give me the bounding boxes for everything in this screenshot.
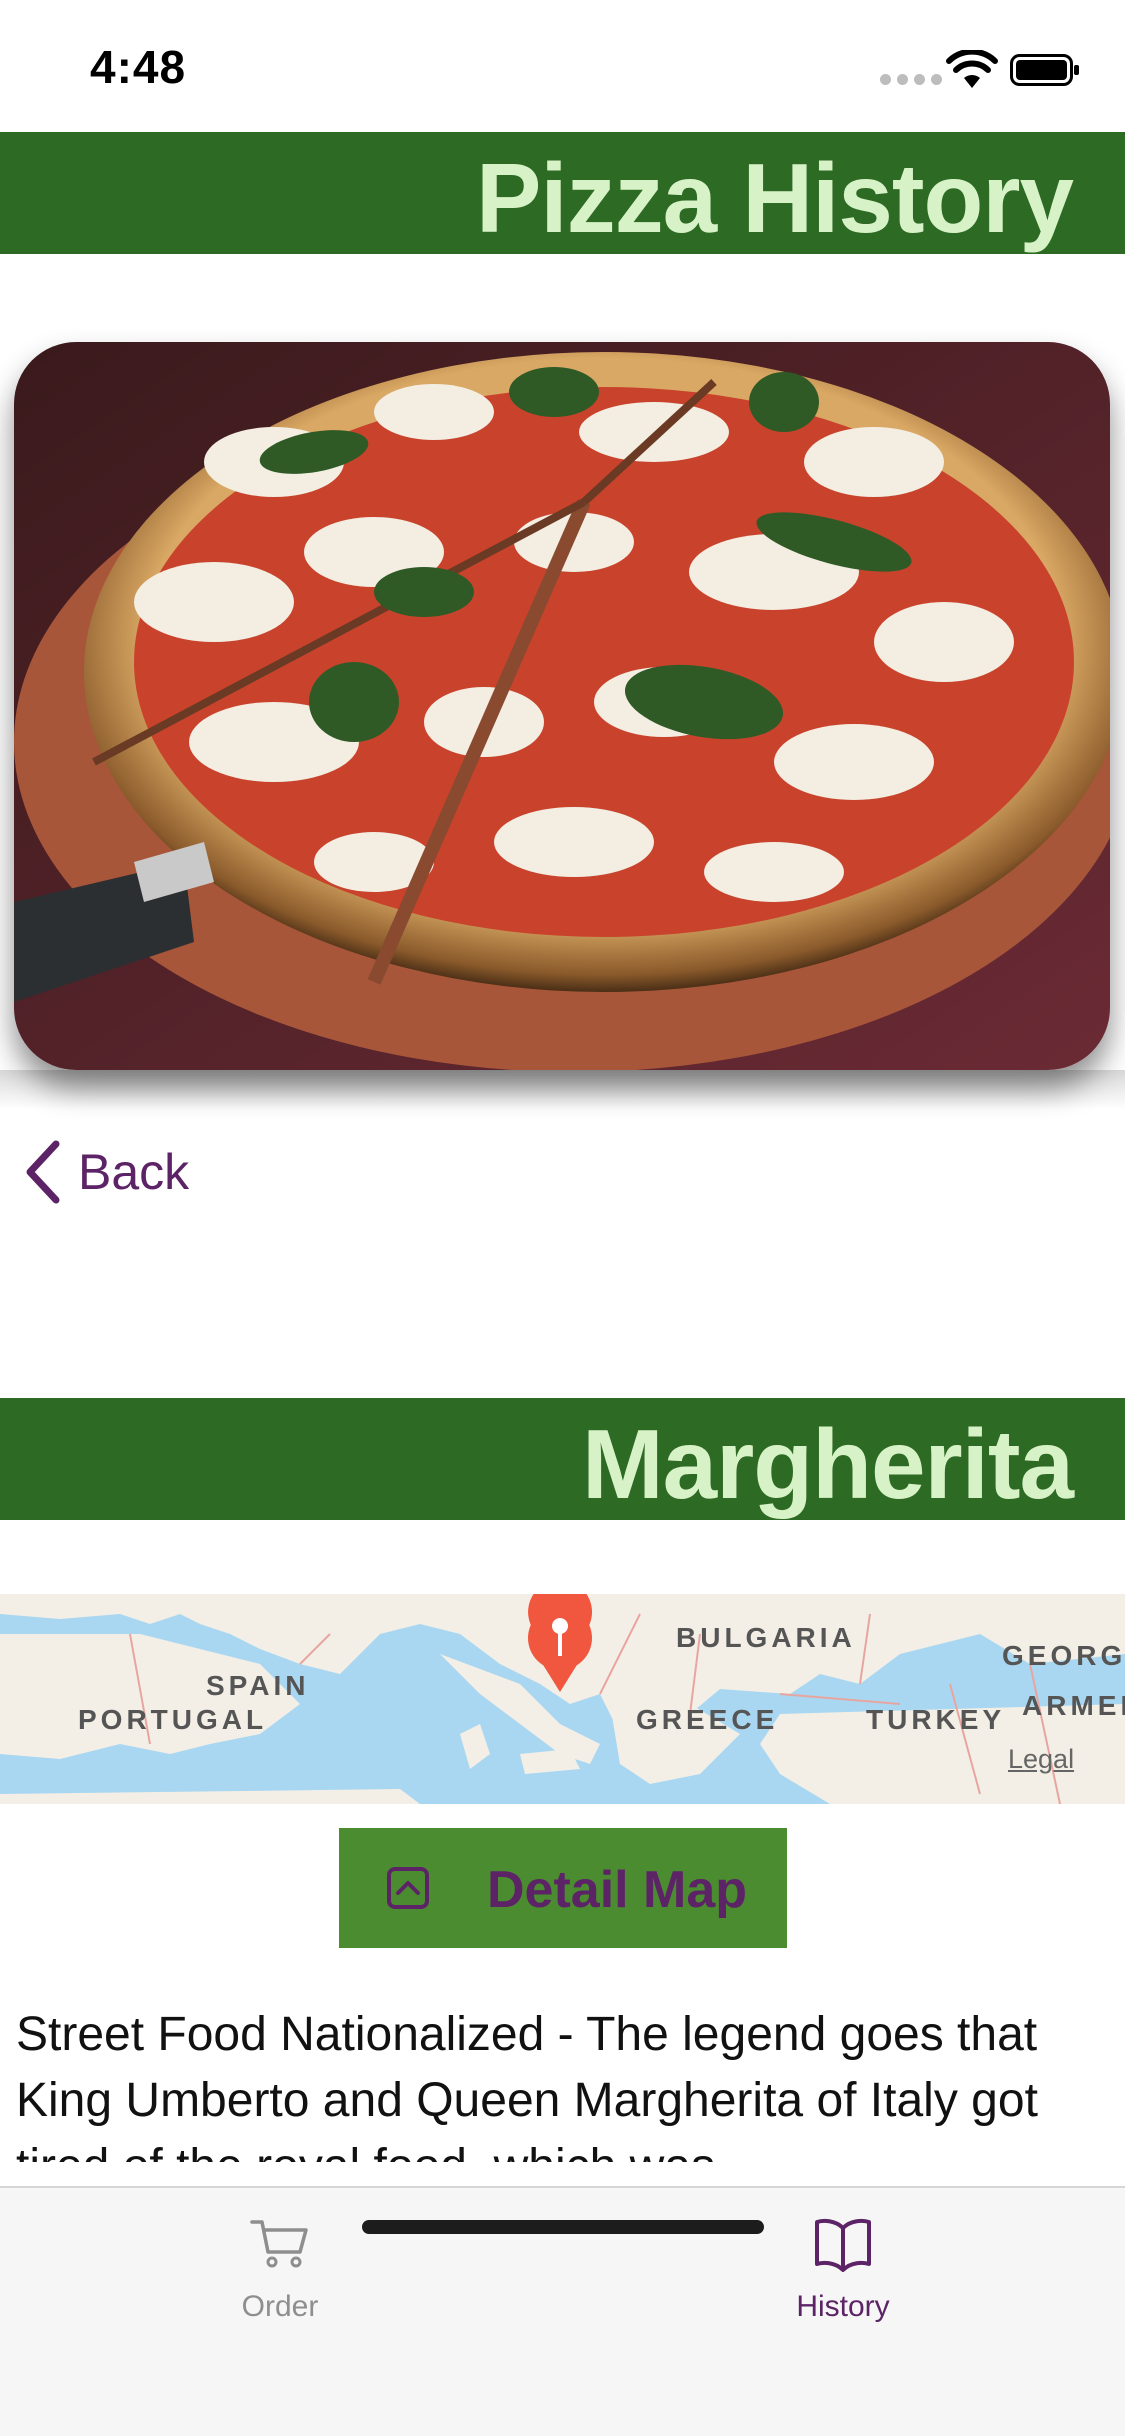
back-button[interactable]: Back: [22, 1140, 189, 1204]
wifi-icon: [946, 50, 998, 88]
battery-icon: [1010, 54, 1079, 86]
pizza-name-banner: Margherita: [0, 1398, 1125, 1520]
tab-bar: Order History: [0, 2186, 1125, 2436]
cellular-signal-icon: [880, 74, 942, 85]
map-label-portugal: PORTUGAL: [78, 1704, 268, 1735]
chevron-up-square-icon: [387, 1867, 429, 1909]
status-time: 4:48: [90, 41, 187, 93]
pizza-name: Margherita: [581, 1409, 1074, 1519]
cart-icon: [250, 2220, 308, 2268]
page-title: Pizza History: [476, 143, 1074, 253]
map-label-georgia: GEORGI: [1002, 1640, 1125, 1671]
book-icon: [815, 2218, 871, 2272]
hero-pizza-image: [14, 342, 1110, 1070]
pizza-description: Street Food Nationalized - The legend go…: [16, 2008, 1038, 2162]
detail-map-label: Detail Map: [487, 1861, 748, 1919]
hero-shadow: [0, 1070, 1125, 1110]
home-indicator[interactable]: [362, 2220, 764, 2234]
map-view[interactable]: SPAIN PORTUGAL BULGARIA GREECE TURKEY GE…: [0, 1594, 1125, 1804]
detail-map-button[interactable]: Detail Map: [339, 1828, 787, 1948]
map-label-spain: SPAIN: [206, 1670, 310, 1701]
map-label-greece: GREECE: [636, 1704, 779, 1735]
chevron-left-icon: [26, 1140, 60, 1204]
map-label-bulgaria: BULGARIA: [676, 1622, 856, 1653]
tab-order-label: Order: [241, 2290, 319, 2323]
map-legal-link[interactable]: Legal: [1008, 1744, 1074, 1775]
map-label-armenia: ARMEN: [1022, 1690, 1125, 1721]
tab-history-label: History: [796, 2290, 890, 2323]
map-label-turkey: TURKEY: [866, 1704, 1006, 1735]
status-bar: 4:48: [0, 0, 1125, 132]
back-label: Back: [78, 1144, 190, 1200]
header-banner: Pizza History: [0, 132, 1125, 254]
